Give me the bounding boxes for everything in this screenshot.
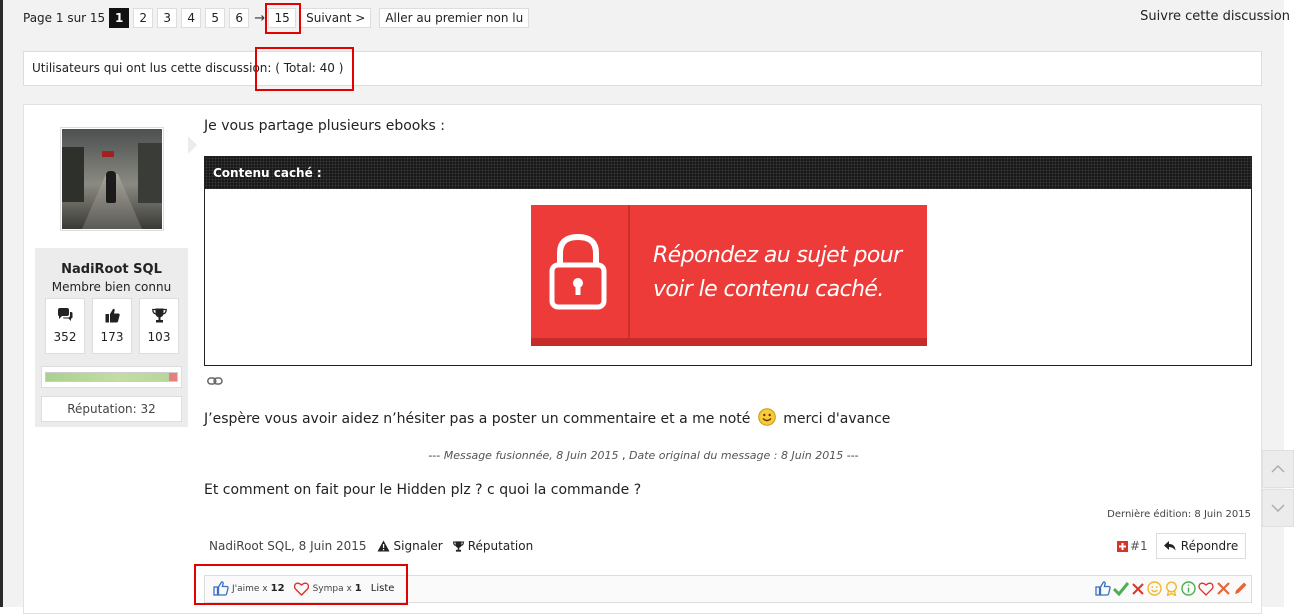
lock-icon	[548, 233, 608, 315]
scroll-to-bottom-button[interactable]	[1262, 489, 1294, 527]
stat-trophies: 103	[139, 298, 179, 354]
user-info-panel: NadiRoot SQL Membre bien connu 352 173 1…	[35, 116, 197, 427]
post-meta: NadiRoot SQL, 8 Juin 2015 Signaler Réput…	[209, 539, 533, 553]
reply-button[interactable]: Répondre	[1156, 533, 1246, 559]
comments-icon	[46, 308, 84, 324]
hidden-message-line1: Répondez au sujet pour	[653, 243, 902, 268]
smile-icon	[758, 408, 776, 430]
first-unread-button[interactable]: Aller au premier non lu	[379, 8, 530, 28]
page-count-label: Page 1 sur 15	[23, 11, 106, 25]
reaction-pencil-icon[interactable]	[1233, 581, 1248, 596]
stat-messages-value: 352	[53, 330, 77, 344]
reply-label: Répondre	[1180, 539, 1239, 553]
page-link-4[interactable]: 4	[181, 8, 202, 28]
page-link-3[interactable]: 3	[157, 8, 178, 28]
trophy-small-icon	[452, 540, 464, 552]
reaction-info-icon[interactable]	[1181, 581, 1196, 596]
hidden-content-header: Contenu caché :	[205, 157, 1251, 189]
reputation-label: Réputation: 32	[41, 396, 182, 422]
highlight-likes	[194, 564, 408, 605]
hidden-content-banner[interactable]: Répondez au sujet pour voir le contenu c…	[531, 205, 927, 346]
reaction-buttons	[1093, 581, 1248, 596]
post-message-end: merci d'avance	[783, 411, 891, 427]
report-link[interactable]: Signaler	[377, 539, 443, 553]
merged-sep: ,	[618, 449, 630, 462]
reaction-tools-icon[interactable]	[1216, 581, 1231, 596]
reaction-like-icon[interactable]	[1095, 581, 1111, 596]
merged-label: Message fusionnée,	[443, 449, 553, 462]
hidden-content-box: Contenu caché : Répondez au sujet pour v…	[204, 156, 1252, 366]
user-stats: 352 173 103	[45, 298, 179, 354]
link-icon[interactable]	[207, 370, 223, 389]
reaction-badge-icon[interactable]	[1164, 581, 1179, 596]
original-date: 8 Juin 2015	[777, 449, 844, 462]
chevron-down-icon	[1271, 504, 1285, 512]
reputation-bar	[41, 366, 182, 388]
merged-dash-end: ---	[843, 449, 859, 462]
stat-trophies-value: 103	[147, 330, 171, 344]
reaction-heart-icon[interactable]	[1198, 582, 1214, 596]
post-question: Et comment on fait pour le Hidden plz ? …	[204, 482, 642, 498]
avatar[interactable]	[60, 127, 164, 231]
reaction-cross-icon[interactable]	[1131, 582, 1145, 596]
post-message: J’espère vous avoir aidez n’hésiter pas …	[204, 408, 890, 430]
highlight-last-page	[265, 3, 301, 34]
page-jump-arrow: →	[254, 10, 266, 26]
reaction-check-icon[interactable]	[1113, 581, 1129, 596]
trophy-icon	[140, 308, 178, 324]
post-message-text: J’espère vous avoir aidez n’hésiter pas …	[204, 411, 751, 427]
merged-dash-start: ---	[428, 449, 444, 462]
chevron-up-icon	[1271, 465, 1285, 473]
post-number[interactable]: #1	[1117, 539, 1148, 553]
page-link-5[interactable]: 5	[205, 8, 226, 28]
last-edit: Dernière édition: 8 Juin 2015	[1107, 509, 1251, 520]
post-author-date[interactable]: NadiRoot SQL, 8 Juin 2015	[209, 539, 367, 553]
reaction-smile-icon[interactable]	[1147, 581, 1162, 596]
post-number-label: #1	[1130, 539, 1148, 553]
original-date-label: Date original du message :	[629, 449, 778, 462]
merged-date: 8 Juin 2015	[552, 449, 619, 462]
merged-notice: --- Message fusionnée, 8 Juin 2015 , Dat…	[24, 449, 1263, 462]
post-container: NadiRoot SQL Membre bien connu 352 173 1…	[23, 104, 1262, 614]
highlight-total-viewers	[255, 47, 354, 91]
post-intro: Je vous partage plusieurs ebooks :	[204, 118, 445, 134]
thumbs-up-icon	[93, 308, 131, 324]
stat-likes: 173	[92, 298, 132, 354]
reputation-link-label: Réputation	[467, 539, 534, 553]
hidden-content-message: Répondez au sujet pour voir le contenu c…	[653, 239, 923, 307]
user-title: Membre bien connu	[51, 280, 172, 294]
stat-likes-value: 173	[100, 330, 124, 344]
reputation-link[interactable]: Réputation	[452, 539, 534, 553]
thread-viewers: Utilisateurs qui ont lus cette discussio…	[23, 51, 1262, 86]
warning-icon	[377, 540, 390, 552]
stat-messages: 352	[45, 298, 85, 354]
page-link-2[interactable]: 2	[133, 8, 154, 28]
next-page-button[interactable]: Suivant >	[300, 8, 372, 28]
avatar-holder	[35, 116, 188, 248]
speech-arrow	[188, 136, 197, 154]
page-link-1[interactable]: 1	[109, 8, 130, 28]
username[interactable]: NadiRoot SQL	[35, 262, 188, 277]
page-link-6[interactable]: 6	[229, 8, 250, 28]
report-label: Signaler	[393, 539, 443, 553]
reply-icon	[1163, 541, 1176, 551]
plus-square-icon	[1117, 540, 1128, 552]
follow-thread-link[interactable]: Suivre cette discussion	[1140, 9, 1290, 24]
scroll-to-top-button[interactable]	[1262, 450, 1294, 488]
hidden-message-line2: voir le contenu caché.	[653, 277, 884, 302]
